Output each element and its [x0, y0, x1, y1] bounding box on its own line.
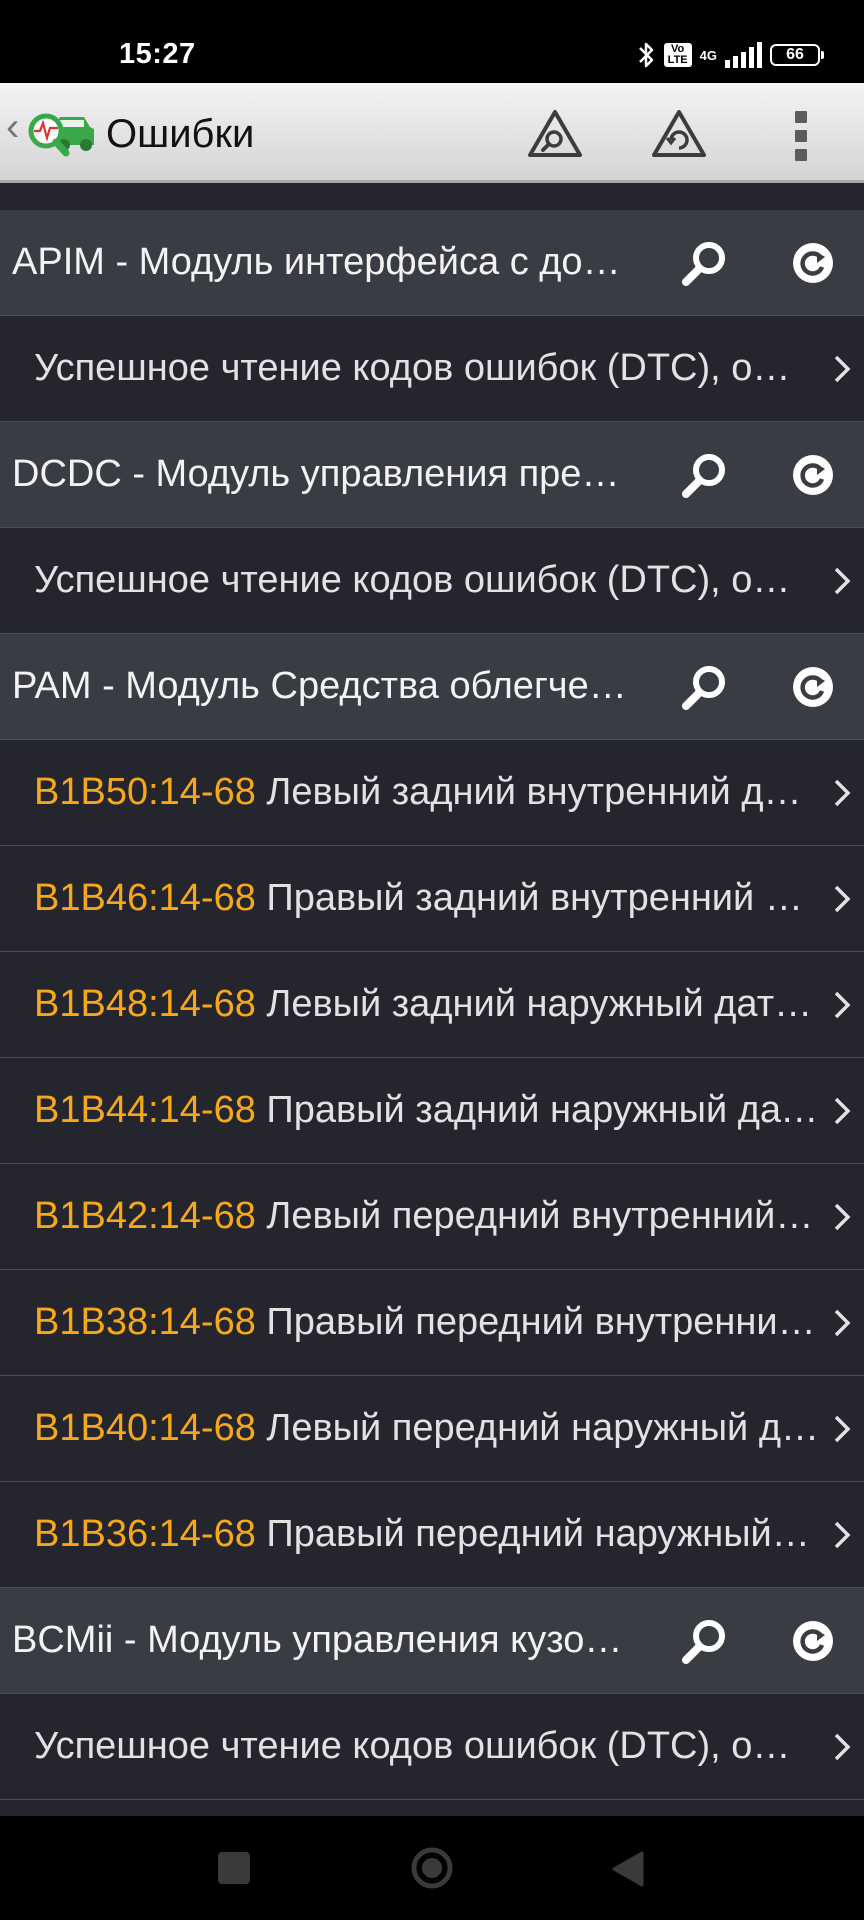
- dtc-text: B1B40:14-68 Левый передний наружный датч…: [34, 1407, 820, 1450]
- dtc-code: B1B36:14-68: [34, 1513, 256, 1555]
- back-chevron-icon[interactable]: ‹: [6, 107, 19, 147]
- status-bar: 15:27 Vo LTE 4G 66: [0, 0, 864, 83]
- battery-level: 66: [786, 46, 804, 63]
- dtc-text: B1B44:14-68 Правый задний наружный датчи…: [34, 1089, 820, 1132]
- dtc-code: B1B46:14-68: [34, 877, 256, 919]
- list-item[interactable]: Успешное чтение кодов ошибок (DTC), ошиб…: [0, 316, 864, 422]
- search-icon[interactable]: [678, 660, 732, 714]
- dtc-text: B1B38:14-68 Правый передний внутренний д…: [34, 1301, 820, 1344]
- chevron-right-icon: [834, 885, 851, 913]
- dtc-description: Правый задний наружный датчик: [266, 1089, 820, 1131]
- dtc-row[interactable]: B1B40:14-68 Левый передний наружный датч…: [0, 1376, 864, 1482]
- dtc-row[interactable]: B1B44:14-68 Правый задний наружный датчи…: [0, 1058, 864, 1164]
- dtc-description: Правый передний наружный датчик: [266, 1513, 820, 1555]
- overflow-menu-icon[interactable]: [787, 111, 815, 161]
- scan-warning-icon[interactable]: [526, 108, 584, 160]
- chevron-right-icon: [834, 355, 851, 383]
- dtc-description: Левый передний наружный датчик: [266, 1407, 820, 1449]
- dtc-text: B1B42:14-68 Левый передний внутренний да…: [34, 1195, 820, 1238]
- dtc-description: Левый задний наружный датчик: [266, 983, 820, 1025]
- dtc-text: B1B46:14-68 Правый задний внутренний дат…: [34, 877, 820, 920]
- dtc-row[interactable]: B1B36:14-68 Правый передний наружный дат…: [0, 1482, 864, 1588]
- chevron-right-icon: [834, 1733, 851, 1761]
- refresh-icon[interactable]: [788, 1616, 838, 1666]
- system-nav-bar: [0, 1816, 864, 1920]
- search-icon[interactable]: [678, 1614, 732, 1668]
- dtc-description: Правый задний внутренний датчик: [266, 877, 820, 919]
- module-name: PAM - Модуль Средства облегчения парковк…: [12, 665, 632, 707]
- chevron-right-icon: [834, 567, 851, 595]
- 4g-icon: 4G: [699, 47, 717, 63]
- dtc-row[interactable]: B1B50:14-68 Левый задний внутренний датч…: [0, 740, 864, 846]
- error-list: APIM - Модуль интерфейса с дополнительны…: [0, 210, 864, 1800]
- dtc-row[interactable]: B1B48:14-68 Левый задний наружный датчик: [0, 952, 864, 1058]
- dtc-code: B1B50:14-68: [34, 771, 256, 813]
- dtc-row[interactable]: B1B46:14-68 Правый задний внутренний дат…: [0, 846, 864, 952]
- module-row[interactable]: PAM - Модуль Средства облегчения парковк…: [0, 634, 864, 740]
- status-icons: Vo LTE 4G 66: [636, 38, 824, 72]
- volte-icon: Vo LTE: [663, 43, 692, 67]
- chevron-right-icon: [834, 1203, 851, 1231]
- dtc-code: B1B40:14-68: [34, 1407, 256, 1449]
- dtc-row[interactable]: B1B38:14-68 Правый передний внутренний д…: [0, 1270, 864, 1376]
- status-text: Успешное чтение кодов ошибок (DTC), ошиб…: [34, 1725, 820, 1767]
- signal-icon: [725, 42, 762, 68]
- clear-warning-icon[interactable]: [650, 108, 708, 160]
- chevron-right-icon: [834, 1521, 851, 1549]
- search-icon[interactable]: [678, 448, 732, 502]
- dtc-text: B1B48:14-68 Левый задний наружный датчик: [34, 983, 820, 1026]
- dtc-text: B1B36:14-68 Правый передний наружный дат…: [34, 1513, 820, 1556]
- home-button[interactable]: [410, 1846, 454, 1890]
- dtc-code: B1B44:14-68: [34, 1089, 256, 1131]
- module-name: DCDC - Модуль управления преобразователе…: [12, 453, 632, 495]
- chevron-right-icon: [834, 1097, 851, 1125]
- refresh-icon[interactable]: [788, 238, 838, 288]
- dtc-text: B1B50:14-68 Левый задний внутренний датч…: [34, 771, 820, 814]
- refresh-icon[interactable]: [788, 662, 838, 712]
- search-icon[interactable]: [678, 236, 732, 290]
- dtc-code: B1B38:14-68: [34, 1301, 256, 1343]
- module-row[interactable]: BCMii - Модуль управления кузовом: [0, 1588, 864, 1694]
- page-title: Ошибки: [106, 112, 255, 156]
- module-row[interactable]: APIM - Модуль интерфейса с дополнительны…: [0, 210, 864, 316]
- dtc-code: B1B48:14-68: [34, 983, 256, 1025]
- status-time: 15:27: [119, 38, 196, 70]
- back-button[interactable]: [610, 1849, 646, 1889]
- chevron-right-icon: [834, 1309, 851, 1337]
- bluetooth-icon: [638, 42, 653, 68]
- dtc-code: B1B42:14-68: [34, 1195, 256, 1237]
- status-text: Успешное чтение кодов ошибок (DTC), ошиб…: [34, 559, 820, 601]
- list-item[interactable]: Успешное чтение кодов ошибок (DTC), ошиб…: [0, 1694, 864, 1800]
- dtc-row[interactable]: B1B42:14-68 Левый передний внутренний да…: [0, 1164, 864, 1270]
- module-row[interactable]: DCDC - Модуль управления преобразователе…: [0, 422, 864, 528]
- module-name: APIM - Модуль интерфейса с дополнительны…: [12, 241, 632, 283]
- module-name: BCMii - Модуль управления кузовом: [12, 1619, 632, 1661]
- app-logo-icon[interactable]: [24, 105, 98, 161]
- dtc-description: Правый передний внутренний датчик: [266, 1301, 820, 1343]
- status-text: Успешное чтение кодов ошибок (DTC), ошиб…: [34, 347, 820, 389]
- recents-button[interactable]: [218, 1852, 250, 1884]
- refresh-icon[interactable]: [788, 450, 838, 500]
- dtc-description: Левый передний внутренний датчик: [266, 1195, 820, 1237]
- app-toolbar: ‹ Ошибки: [0, 83, 864, 183]
- chevron-right-icon: [834, 779, 851, 807]
- list-top-divider: [0, 183, 864, 211]
- chevron-right-icon: [834, 1415, 851, 1443]
- dtc-description: Левый задний внутренний датчик: [266, 771, 820, 813]
- chevron-right-icon: [834, 991, 851, 1019]
- list-item[interactable]: Успешное чтение кодов ошибок (DTC), ошиб…: [0, 528, 864, 634]
- battery-icon: 66: [770, 44, 824, 66]
